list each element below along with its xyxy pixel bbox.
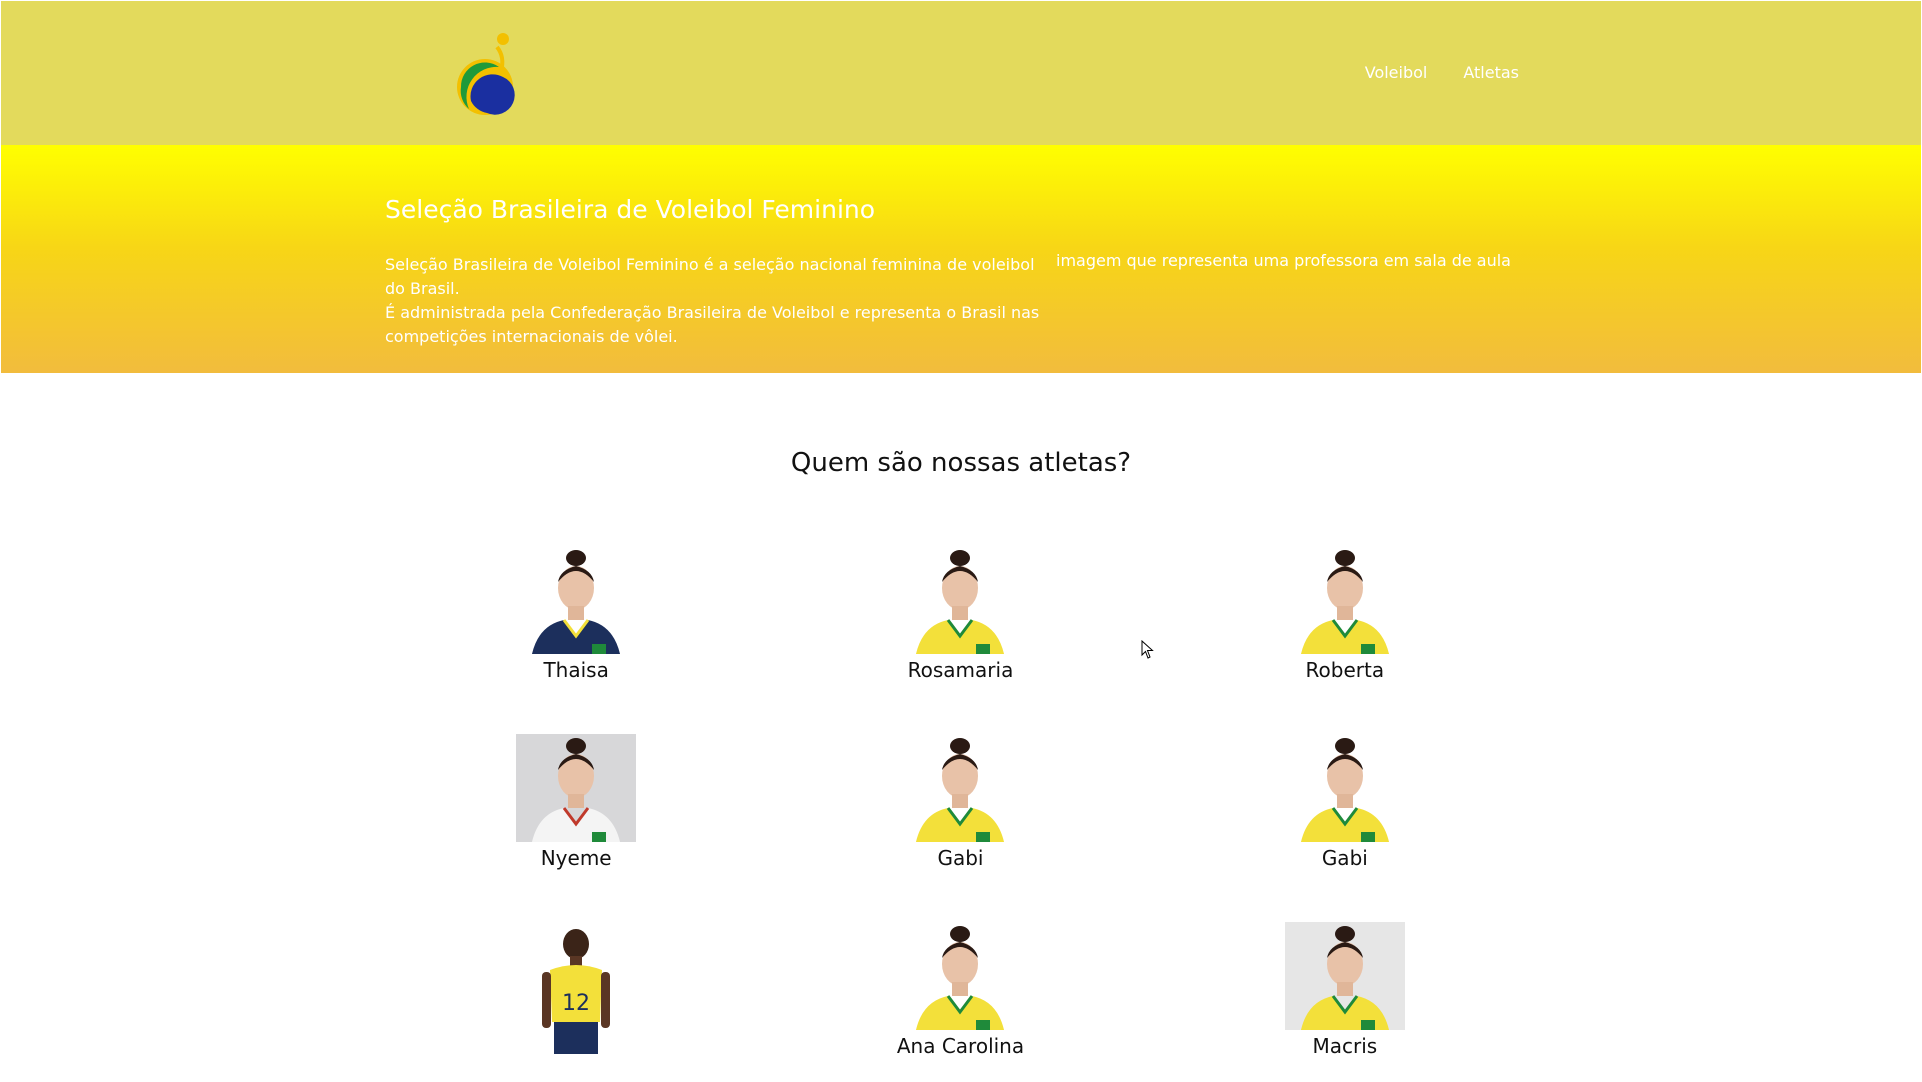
athlete-card[interactable]: Gabi (768, 734, 1152, 870)
hero-paragraph-2: É administrada pela Confederação Brasile… (385, 303, 1040, 346)
athlete-photo[interactable] (900, 922, 1020, 1030)
athlete-photo[interactable] (1284, 922, 1405, 1030)
athletes-title: Quem são nossas atletas? (790, 448, 1132, 478)
athlete-name: Ana Carolina (896, 1034, 1025, 1058)
athlete-name: Macris (1312, 1034, 1378, 1058)
mouse-cursor-icon (1141, 640, 1154, 659)
athlete-photo[interactable] (516, 546, 636, 654)
athlete-name: Gabi (1321, 846, 1368, 870)
athlete-name: Nyeme (540, 846, 612, 870)
athlete-card[interactable]: Nyeme (384, 734, 768, 870)
athlete-card[interactable]: 12 (384, 922, 768, 1058)
athletes-grid: Thaisa Rosamaria Roberta Nyeme Gabi Gabi 12 Ana… (384, 546, 1537, 1058)
athlete-name: Rosamaria (907, 658, 1014, 682)
athlete-card[interactable]: Thaisa (384, 546, 768, 682)
hero-paragraph-1: Seleção Brasileira de Voleibol Feminino … (385, 255, 1035, 298)
athlete-card[interactable]: Ana Carolina (768, 922, 1152, 1058)
nav-atletas-link[interactable]: Atletas (1463, 63, 1519, 82)
hero-title: Seleção Brasileira de Voleibol Feminino (385, 195, 876, 224)
cbv-logo-icon[interactable] (447, 29, 519, 119)
hero-image-alt-text: imagem que representa uma professora em … (1056, 251, 1511, 270)
athlete-photo[interactable]: 12 (516, 922, 636, 1054)
athlete-photo[interactable] (1285, 734, 1405, 842)
nav-voleibol-link[interactable]: Voleibol (1365, 63, 1428, 82)
athlete-card[interactable]: Gabi (1153, 734, 1537, 870)
athlete-name: Roberta (1305, 658, 1385, 682)
athlete-photo[interactable] (900, 734, 1020, 842)
site-header: Voleibol Atletas (1, 1, 1921, 145)
main-nav: Voleibol Atletas (1365, 63, 1519, 82)
svg-text:12: 12 (562, 991, 590, 1016)
athlete-name: Gabi (937, 846, 984, 870)
athlete-photo[interactable] (516, 734, 637, 842)
hero-section: Seleção Brasileira de Voleibol Feminino … (1, 145, 1921, 373)
athlete-photo[interactable] (1285, 546, 1405, 654)
athlete-card[interactable]: Rosamaria (768, 546, 1152, 682)
athlete-card[interactable]: Macris (1153, 922, 1537, 1058)
athlete-card[interactable]: Roberta (1153, 546, 1537, 682)
athlete-photo[interactable] (900, 546, 1020, 654)
hero-description: Seleção Brasileira de Voleibol Feminino … (385, 253, 1045, 349)
page: Voleibol Atletas Seleção Brasileira de V… (0, 0, 1922, 1082)
athlete-name: Thaisa (543, 658, 609, 682)
